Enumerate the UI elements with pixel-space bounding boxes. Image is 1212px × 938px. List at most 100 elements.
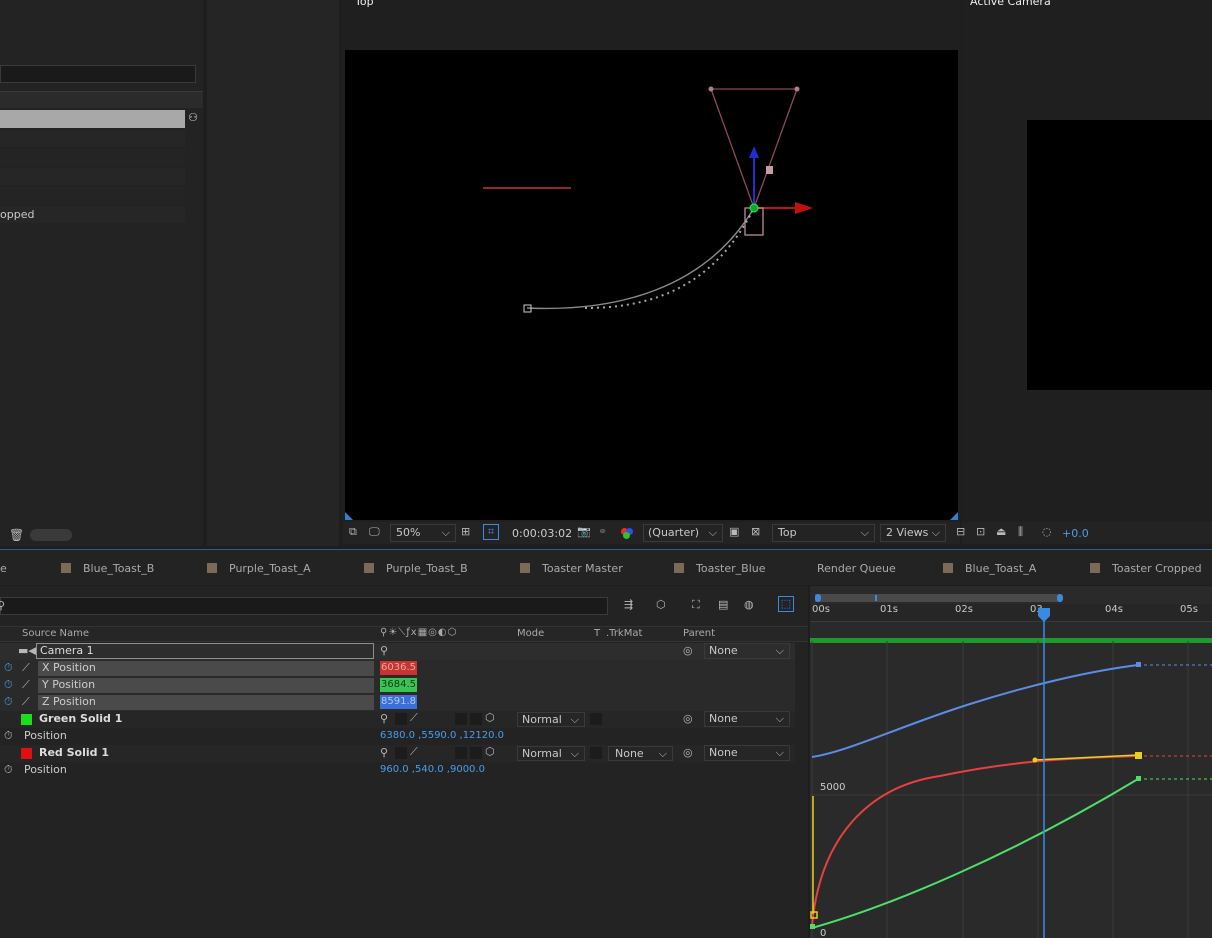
layer-row-green-solid[interactable]: Green Solid 1 ⚲ ⟋ ⬡ Normal ◎ None [0, 711, 795, 728]
shy-switch-icon[interactable]: ⚲ [380, 644, 388, 657]
prop-row-position[interactable]: ⏱ Position 960.0 ,540.0 ,9000.0 [0, 762, 795, 779]
switch-box[interactable] [455, 747, 467, 759]
view-select[interactable]: Top [772, 524, 875, 542]
prop-row-z-position[interactable]: ⏱ ⟋ Z Position 8591.8 [0, 694, 795, 711]
zoom-select[interactable]: 50% [390, 524, 456, 542]
prop-row-y-position[interactable]: ⏱ ⟋ Y Position 3684.5 [0, 677, 795, 694]
pickwhip-icon[interactable]: ◎ [683, 644, 693, 657]
stopwatch-icon[interactable]: ⏱ [4, 678, 13, 692]
project-item-label[interactable]: opped [0, 206, 185, 223]
parent-select[interactable]: None [704, 711, 790, 727]
project-item-selected[interactable] [0, 110, 185, 128]
prop-value[interactable]: 960.0 ,540.0 ,9000.0 [380, 764, 485, 775]
flowchart-icon[interactable]: ⚇ [186, 111, 200, 125]
show-snapshot-icon[interactable]: ⚭ [598, 525, 607, 538]
camera-parent-select[interactable]: None [704, 643, 790, 659]
shy-switch-icon[interactable]: ⚲ [380, 712, 388, 725]
switch-box[interactable] [455, 713, 467, 725]
tab-toaster-blue[interactable]: Toaster_Blue [696, 562, 766, 575]
project-item[interactable] [0, 130, 185, 147]
viewer-top-canvas[interactable] [345, 50, 958, 520]
pickwhip-icon[interactable]: ◎ [683, 712, 693, 725]
stopwatch-icon[interactable]: ⏱ [4, 729, 13, 743]
camera-name-field[interactable]: Camera 1 [36, 643, 374, 659]
exposure-value[interactable]: +0.0 [1062, 527, 1089, 540]
transparency-grid-icon[interactable]: ⌗ [483, 524, 499, 540]
graph-toggle-icon[interactable]: ⟋ [22, 695, 30, 709]
shy-switch-icon[interactable]: ⚲ [380, 746, 388, 759]
prop-value[interactable]: 6380.0 ,5590.0 ,12120.0 [380, 730, 504, 741]
region-icon[interactable]: ⊞ [461, 525, 470, 538]
stopwatch-icon[interactable]: ⏱ [4, 695, 13, 709]
tab-blue-toast-b[interactable]: Blue_Toast_B [83, 562, 154, 575]
quality-icon[interactable]: ⟋ [410, 745, 418, 759]
views-layout-select[interactable]: 2 Views [880, 524, 946, 542]
mode-select[interactable]: Normal [517, 746, 585, 761]
tab-toaster-master[interactable]: Toaster Master [542, 562, 623, 575]
snapshot-view-icon[interactable]: ⧉ [349, 525, 357, 539]
3d-draft-icon[interactable]: ⊡ [976, 525, 985, 538]
tab-toaster-cropped[interactable]: Toaster Cropped [1112, 562, 1202, 575]
camera-snapshot-icon[interactable]: 📷 [577, 525, 591, 538]
mode-select[interactable]: Normal [517, 712, 585, 727]
shy-layers-icon[interactable]: ⛶ [692, 598, 700, 612]
resolution-select[interactable]: (Quarter) [643, 524, 723, 542]
comp-mini-flowchart-icon[interactable]: ⇶ [624, 598, 633, 611]
tab-partial[interactable]: e [0, 562, 7, 575]
tab-purple-toast-a[interactable]: Purple_Toast_A [229, 562, 311, 575]
tab-blue-toast-a[interactable]: Blue_Toast_A [965, 562, 1036, 575]
timecode[interactable]: 0:00:03:02 [512, 527, 572, 540]
switch-box[interactable] [395, 713, 407, 725]
prop-row-x-position[interactable]: ⏱ ⟋ X Position 6036.5 [0, 660, 795, 677]
graph-toggle-icon[interactable]: ⟋ [22, 678, 30, 692]
draft-3d-icon[interactable]: ⬡ [656, 598, 666, 611]
layer-row-camera[interactable]: ▬◀ Camera 1 ⚲ ◎ None [0, 643, 795, 660]
draft-icon[interactable]: ⏏ [996, 525, 1006, 538]
prop-row-position[interactable]: ⏱ Position 6380.0 ,5590.0 ,12120.0 [0, 728, 795, 745]
3d-layer-icon[interactable]: ⬡ [485, 711, 495, 724]
prop-value-x[interactable]: 6036.5 [380, 661, 417, 675]
histogram-icon[interactable]: ⫼ [1018, 525, 1023, 539]
project-item[interactable] [0, 168, 185, 185]
3d-layer-icon[interactable]: ⬡ [485, 745, 495, 758]
layer-name[interactable]: Green Solid 1 [39, 712, 122, 725]
switch-box[interactable] [590, 713, 602, 725]
frame-blending-icon[interactable]: ▤ [718, 598, 728, 611]
graph-editor-icon[interactable]: ⬚ [778, 596, 794, 612]
col-parent[interactable]: Parent [683, 628, 715, 639]
monitor-icon[interactable]: 🖵 [369, 525, 380, 539]
col-trkmat[interactable]: .TrkMat [606, 628, 642, 639]
tab-render-queue[interactable]: Render Queue [817, 562, 896, 575]
color-channels-icon[interactable] [621, 528, 633, 540]
project-scrollbar[interactable] [30, 529, 72, 541]
project-search[interactable] [0, 65, 196, 83]
col-source-name[interactable]: Source Name [22, 628, 89, 639]
stopwatch-icon[interactable]: ⏱ [4, 763, 13, 777]
switch-box[interactable] [395, 747, 407, 759]
toggle-transparency-icon[interactable]: ⊠ [751, 525, 760, 538]
prop-value-z[interactable]: 8591.8 [380, 695, 417, 709]
project-item[interactable] [0, 149, 185, 166]
prop-value-y[interactable]: 3684.5 [380, 678, 417, 692]
quality-icon[interactable]: ⟋ [410, 711, 418, 725]
motion-blur-toggle-icon[interactable]: ◍ [744, 598, 754, 611]
pickwhip-icon[interactable]: ◎ [683, 746, 693, 759]
trash-icon[interactable]: 🗑 [9, 528, 24, 542]
parent-select[interactable]: None [704, 745, 790, 761]
graph-toggle-icon[interactable]: ⟋ [22, 661, 30, 675]
switch-box[interactable] [470, 713, 482, 725]
tab-purple-toast-b[interactable]: Purple_Toast_B [386, 562, 468, 575]
trkmat-select[interactable]: None [608, 746, 673, 761]
project-item[interactable] [0, 187, 185, 204]
layer-row-red-solid[interactable]: Red Solid 1 ⚲ ⟋ ⬡ Normal None ◎ None [0, 745, 795, 762]
col-t[interactable]: T [594, 628, 600, 639]
col-mode[interactable]: Mode [517, 628, 544, 639]
viewer-active-canvas[interactable] [1027, 120, 1212, 390]
layer-name[interactable]: Red Solid 1 [39, 746, 109, 759]
motion-blur-icon[interactable]: ◌ [1042, 525, 1052, 538]
stopwatch-icon[interactable]: ⏱ [4, 661, 13, 675]
timeline-search-input[interactable] [0, 597, 608, 615]
reset-exposure-icon[interactable]: ⊟ [956, 525, 965, 538]
switch-box[interactable] [470, 747, 482, 759]
graph-editor[interactable]: 00s 01s 02s 03 04s 05s 5000 0 [810, 586, 1212, 938]
